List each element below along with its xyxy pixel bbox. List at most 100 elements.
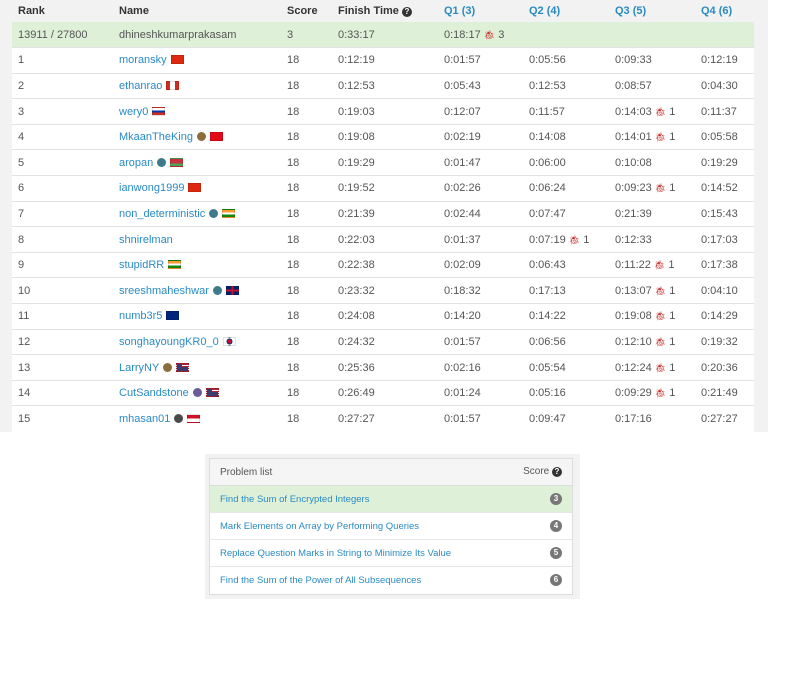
question-time: 0:21:49 xyxy=(701,387,738,400)
problem-points-badge: 5 xyxy=(550,547,562,559)
penalty-count: 1 xyxy=(668,259,675,272)
q4-cell: 0:21:49 xyxy=(695,379,754,406)
question-time: 0:27:27 xyxy=(701,412,738,425)
col-finish-time-label: Finish Time xyxy=(338,5,399,17)
problem-link[interactable]: Mark Elements on Array by Performing Que… xyxy=(220,521,419,532)
q2-cell: 0:14:22 xyxy=(523,303,609,330)
user-badge-icon xyxy=(163,362,173,372)
current-user-name: dhineshkumarprakasam xyxy=(113,22,281,48)
name-cell: CutSandstone xyxy=(113,379,281,406)
q2-cell: 0:14:08 xyxy=(523,123,609,150)
name-cell: wery0 xyxy=(113,98,281,125)
q3-cell: 0:08:57 xyxy=(609,72,695,99)
name-cell: non_deterministic xyxy=(113,200,281,227)
user-link[interactable]: ethanrao xyxy=(119,80,162,92)
user-badge-icon xyxy=(197,132,206,142)
question-time: 0:12:19 xyxy=(701,54,738,67)
country-flag-icon xyxy=(188,183,202,193)
question-time: 0:01:47 xyxy=(444,156,481,169)
col-q1[interactable]: Q1 (3) xyxy=(438,0,523,22)
problem-link[interactable]: Find the Sum of the Power of All Subsequ… xyxy=(220,575,421,586)
q4-cell: 0:04:10 xyxy=(695,277,754,304)
question-time: 0:09:29 xyxy=(615,387,652,400)
rank-cell: 10 xyxy=(12,277,113,304)
user-link[interactable]: mhasan01 xyxy=(119,413,170,425)
q2-cell: 0:06:24 xyxy=(523,175,609,202)
score-cell: 18 xyxy=(281,47,332,74)
problem-list-title: Problem list xyxy=(220,467,273,478)
col-q3[interactable]: Q3 (5) xyxy=(609,0,695,22)
q2-cell: 0:05:54 xyxy=(523,354,609,381)
name-cell: moransky xyxy=(113,47,281,74)
question-time: 0:12:33 xyxy=(615,233,652,246)
user-link[interactable]: songhayoungKR0_0 xyxy=(119,336,219,348)
country-flag-icon xyxy=(205,388,219,398)
q4-cell: 0:11:37 xyxy=(695,98,754,125)
name-cell: numb3r5 xyxy=(113,303,281,330)
user-link[interactable]: wery0 xyxy=(119,106,148,118)
table-row: 4 MkaanTheKing 18 0:19:08 0:02:19 0:14:08 0:14… xyxy=(12,123,754,150)
user-link[interactable]: CutSandstone xyxy=(119,387,189,399)
question-time: 0:13:07 xyxy=(615,284,652,297)
score-cell: 18 xyxy=(281,405,332,432)
name-cell: mhasan01 xyxy=(113,405,281,432)
col-name: Name xyxy=(113,0,281,22)
question-time: 0:18:32 xyxy=(444,284,481,297)
question-time: 0:01:57 xyxy=(444,335,481,348)
user-link[interactable]: sreeshmaheshwar xyxy=(119,285,209,297)
finish-cell: 0:27:27 xyxy=(332,405,438,432)
score-cell: 18 xyxy=(281,200,332,227)
user-link[interactable]: non_deterministic xyxy=(119,208,205,220)
user-link[interactable]: aropan xyxy=(119,157,153,169)
col-q2[interactable]: Q2 (4) xyxy=(523,0,609,22)
q4-cell: 0:14:52 xyxy=(695,175,754,202)
q2-cell: 0:09:47 xyxy=(523,405,609,432)
question-time: 0:14:03 xyxy=(615,105,652,118)
q4-cell: 0:05:58 xyxy=(695,123,754,150)
user-link[interactable]: MkaanTheKing xyxy=(119,131,193,143)
problem-row: Replace Question Marks in String to Mini… xyxy=(210,540,572,567)
question-time: 0:05:43 xyxy=(444,79,481,92)
user-link[interactable]: shnirelman xyxy=(119,234,173,246)
finish-cell: 0:23:32 xyxy=(332,277,438,304)
problem-link[interactable]: Replace Question Marks in String to Mini… xyxy=(220,548,451,559)
finish-cell: 0:25:36 xyxy=(332,354,438,381)
current-user-score: 3 xyxy=(281,22,332,48)
q1-cell: 0:01:47 xyxy=(438,149,523,176)
penalty-count: 1 xyxy=(669,387,676,400)
user-link[interactable]: moransky xyxy=(119,54,167,66)
col-q4[interactable]: Q4 (6) xyxy=(695,0,754,22)
problem-link[interactable]: Find the Sum of Encrypted Integers xyxy=(220,494,369,505)
bug-icon: 🐞︎ xyxy=(654,388,667,399)
user-link[interactable]: ianwong1999 xyxy=(119,182,184,194)
q2-cell: 0:07:47 xyxy=(523,200,609,227)
table-row: 1 moransky 18 0:12:19 0:01:57 0:05:56 0:09:33 0… xyxy=(12,47,754,74)
question-help-icon[interactable]: ? xyxy=(552,467,562,477)
q3-cell: 0:12:33 xyxy=(609,226,695,253)
user-link[interactable]: numb3r5 xyxy=(119,310,162,322)
finish-cell: 0:22:38 xyxy=(332,251,438,278)
bug-icon: 🐞︎ xyxy=(654,183,667,194)
table-row: 3 wery0 18 0:19:03 0:12:07 0:11:57 0:14:03 🐞︎ 1… xyxy=(12,98,754,125)
q2-cell: 0:06:56 xyxy=(523,328,609,355)
table-row: 2 ethanrao 18 0:12:53 0:05:43 0:12:53 0:08:57 0… xyxy=(12,72,754,99)
user-link[interactable]: LarryNY xyxy=(119,362,159,374)
table-row: 10 sreeshmaheshwar 18 0:23:32 0:18:32 0:17:13… xyxy=(12,277,754,304)
q1-cell: 0:01:57 xyxy=(438,405,523,432)
question-time: 0:02:19 xyxy=(444,131,481,144)
question-time: 0:09:23 xyxy=(615,182,652,195)
q2-cell: 0:12:53 xyxy=(523,72,609,99)
user-link[interactable]: stupidRR xyxy=(119,259,164,271)
score-cell: 18 xyxy=(281,277,332,304)
user-badge-icon xyxy=(174,413,184,423)
country-flag-icon xyxy=(166,311,180,321)
penalty-count: 1 xyxy=(583,233,590,246)
q3-cell: 0:10:08 xyxy=(609,149,695,176)
country-flag-icon xyxy=(210,132,223,142)
table-row: 5 aropan 18 0:19:29 0:01:47 0:06:00 0:10:08 0:1… xyxy=(12,149,754,176)
name-cell: ianwong1999 xyxy=(113,175,281,202)
finish-cell: 0:12:53 xyxy=(332,72,438,99)
name-cell: stupidRR xyxy=(113,251,281,278)
q3-cell: 0:17:16 xyxy=(609,405,695,432)
question-help-icon[interactable]: ? xyxy=(401,7,412,17)
